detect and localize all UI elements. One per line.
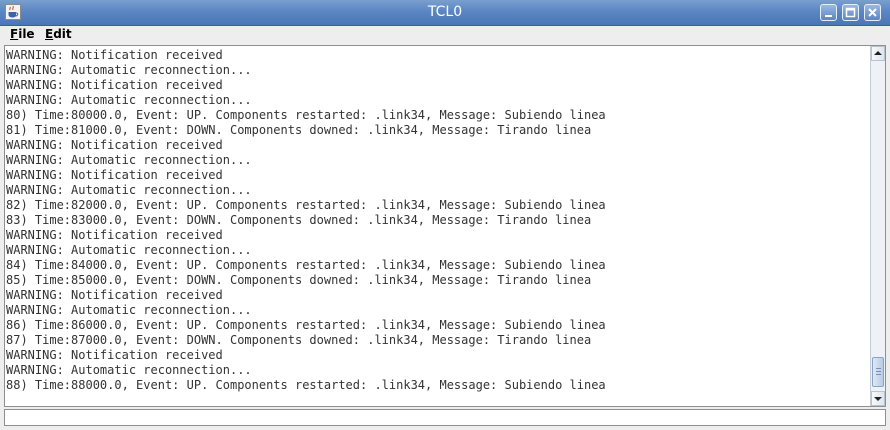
menu-file[interactable]: File bbox=[10, 27, 35, 41]
log-line: 88) Time:88000.0, Event: UP. Components … bbox=[6, 378, 606, 392]
menu-edit-label: dit bbox=[53, 27, 72, 41]
log-line: 81) Time:81000.0, Event: DOWN. Component… bbox=[6, 123, 592, 137]
log-line: WARNING: Automatic reconnection... bbox=[6, 63, 252, 77]
arrow-up-icon bbox=[874, 51, 882, 55]
log-line: 87) Time:87000.0, Event: DOWN. Component… bbox=[6, 333, 592, 347]
log-line: 84) Time:84000.0, Event: UP. Components … bbox=[6, 258, 606, 272]
log-line: WARNING: Automatic reconnection... bbox=[6, 363, 252, 377]
log-line: WARNING: Automatic reconnection... bbox=[6, 153, 252, 167]
window-title: TCL0 bbox=[427, 4, 463, 20]
maximize-button[interactable] bbox=[842, 4, 859, 21]
vertical-scrollbar[interactable] bbox=[870, 46, 885, 406]
log-line: 85) Time:85000.0, Event: DOWN. Component… bbox=[6, 273, 592, 287]
log-line: WARNING: Notification received bbox=[6, 168, 223, 182]
log-line: WARNING: Notification received bbox=[6, 78, 223, 92]
log-line: WARNING: Automatic reconnection... bbox=[6, 183, 252, 197]
log-line: WARNING: Notification received bbox=[6, 228, 223, 242]
scroll-thumb[interactable] bbox=[872, 357, 884, 387]
scroll-down-button[interactable] bbox=[871, 391, 885, 406]
menu-file-label: ile bbox=[18, 27, 35, 41]
command-input[interactable] bbox=[4, 409, 886, 426]
maximize-icon bbox=[845, 7, 856, 18]
scroll-up-button[interactable] bbox=[871, 46, 885, 61]
minimize-button[interactable] bbox=[820, 4, 837, 21]
log-line: 80) Time:80000.0, Event: UP. Components … bbox=[6, 108, 606, 122]
menu-edit[interactable]: Edit bbox=[45, 27, 72, 41]
log-line: WARNING: Automatic reconnection... bbox=[6, 303, 252, 317]
menu-file-mnemonic: F bbox=[10, 27, 19, 41]
console-output[interactable]: WARNING: Notification received WARNING: A… bbox=[4, 45, 886, 407]
arrow-down-icon bbox=[874, 397, 882, 401]
log-line: WARNING: Notification received bbox=[6, 288, 223, 302]
console-text: WARNING: Notification received WARNING: A… bbox=[6, 48, 868, 404]
log-line: 82) Time:82000.0, Event: UP. Components … bbox=[6, 198, 606, 212]
log-line: 86) Time:86000.0, Event: UP. Components … bbox=[6, 318, 606, 332]
close-button[interactable] bbox=[864, 4, 881, 21]
log-line: WARNING: Automatic reconnection... bbox=[6, 243, 252, 257]
log-line: WARNING: Notification received bbox=[6, 348, 223, 362]
log-line: WARNING: Automatic reconnection... bbox=[6, 93, 252, 107]
menu-edit-mnemonic: E bbox=[45, 27, 54, 41]
close-icon bbox=[868, 8, 877, 17]
log-line: WARNING: Notification received bbox=[6, 138, 223, 152]
minimize-icon bbox=[825, 15, 832, 17]
title-bar[interactable]: TCL0 bbox=[0, 0, 890, 26]
log-line: WARNING: Notification received bbox=[6, 48, 223, 62]
menu-bar: File Edit bbox=[0, 26, 890, 45]
log-line: 83) Time:83000.0, Event: DOWN. Component… bbox=[6, 213, 592, 227]
